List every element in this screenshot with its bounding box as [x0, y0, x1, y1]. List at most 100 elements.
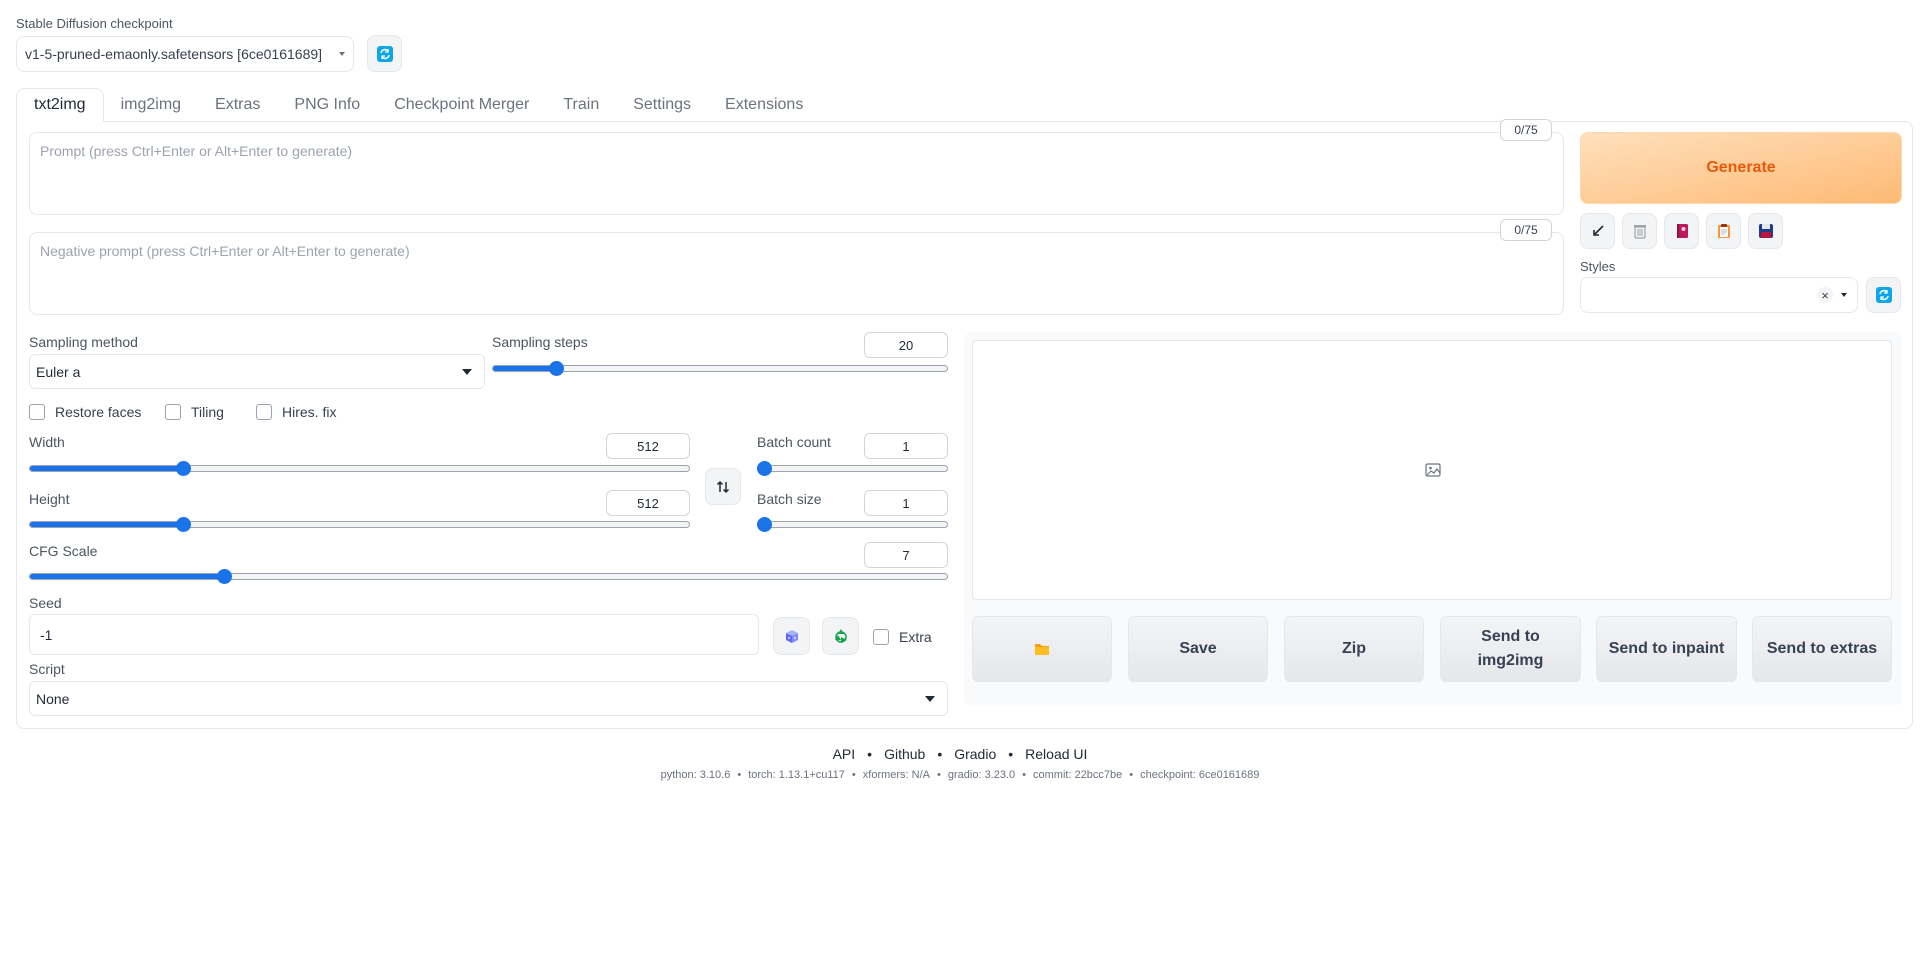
tab-bar: txt2img img2img Extras PNG Info Checkpoi…: [16, 88, 820, 122]
checkpoint-value: v1-5-pruned-emaonly.safetensors [6ce0161…: [25, 46, 323, 62]
hires-fix-option[interactable]: Hires. fix: [256, 404, 336, 420]
save-button[interactable]: Save: [1128, 616, 1268, 682]
footer-links: API • Github • Gradio • Reload UI: [0, 746, 1920, 762]
version-checkpoint: checkpoint: 6ce0161689: [1140, 769, 1260, 781]
tab-img2img[interactable]: img2img: [104, 88, 198, 122]
tiling-option[interactable]: Tiling: [165, 404, 224, 420]
swap-arrows-icon: [716, 480, 730, 493]
restore-faces-checkbox[interactable]: [29, 404, 45, 420]
slider-thumb[interactable]: [176, 461, 191, 476]
width-label: Width: [29, 434, 65, 450]
tiling-checkbox[interactable]: [165, 404, 181, 420]
generate-button[interactable]: Generate: [1580, 132, 1902, 204]
cfg-scale-input[interactable]: 7: [864, 542, 948, 568]
version-python: python: 3.10.6: [660, 769, 731, 781]
sampling-steps-input[interactable]: 20: [864, 332, 948, 358]
footer-link-reload-ui[interactable]: Reload UI: [1025, 746, 1087, 762]
footer-link-gradio[interactable]: Gradio: [954, 746, 996, 762]
open-folder-button[interactable]: [972, 616, 1112, 682]
slider-thumb[interactable]: [176, 517, 191, 532]
separator: •: [1022, 769, 1027, 781]
random-seed-button[interactable]: [773, 617, 810, 655]
tab-train[interactable]: Train: [546, 88, 616, 122]
sampling-method-value: Euler a: [36, 363, 81, 380]
extra-networks-button[interactable]: [1664, 213, 1699, 249]
save-disk-icon: [1758, 224, 1773, 238]
refresh-styles-button[interactable]: [1866, 277, 1901, 313]
tab-settings[interactable]: Settings: [616, 88, 708, 122]
batch-count-slider[interactable]: [757, 460, 948, 476]
styles-select[interactable]: ×: [1580, 277, 1858, 313]
batch-size-slider[interactable]: [757, 516, 948, 532]
negative-prompt-token-counter: 0/75: [1500, 219, 1552, 241]
negative-prompt-textarea[interactable]: Negative prompt (press Ctrl+Enter or Alt…: [29, 232, 1564, 315]
separator: •: [937, 746, 943, 762]
checkpoint-select[interactable]: v1-5-pruned-emaonly.safetensors [6ce0161…: [16, 36, 354, 72]
footer-link-github[interactable]: Github: [884, 746, 925, 762]
prompt-token-counter: 0/75: [1500, 119, 1552, 141]
slider-thumb[interactable]: [216, 569, 232, 584]
clear-icon[interactable]: ×: [1817, 287, 1833, 303]
sampling-method-label: Sampling method: [29, 334, 138, 350]
height-input[interactable]: 512: [606, 490, 690, 516]
tab-checkpoint-merger[interactable]: Checkpoint Merger: [377, 88, 546, 122]
apply-arrow-icon: [1592, 225, 1604, 236]
tab-extras[interactable]: Extras: [198, 88, 277, 122]
output-gallery[interactable]: [972, 340, 1892, 600]
paste-button[interactable]: [1706, 213, 1741, 249]
zip-button[interactable]: Zip: [1284, 616, 1424, 682]
send-to-inpaint-button[interactable]: Send to inpaint: [1596, 616, 1737, 682]
chevron-down-icon: [1841, 293, 1847, 297]
dice-icon: [785, 630, 798, 643]
script-select[interactable]: None: [29, 681, 948, 716]
book-icon: [1676, 224, 1688, 238]
chevron-down-icon: [462, 368, 472, 375]
slider-thumb[interactable]: [549, 361, 565, 376]
cfg-scale-slider[interactable]: [29, 568, 948, 584]
send-to-img2img-button[interactable]: Send to img2img: [1440, 616, 1581, 682]
batch-count-input[interactable]: 1: [864, 433, 948, 459]
prompt-textarea[interactable]: Prompt (press Ctrl+Enter or Alt+Enter to…: [29, 132, 1564, 215]
width-input[interactable]: 512: [606, 433, 690, 459]
script-label: Script: [29, 661, 65, 677]
hires-fix-label: Hires. fix: [282, 404, 337, 420]
sampling-method-select[interactable]: Euler a: [29, 354, 485, 389]
clipboard-icon: [1717, 224, 1730, 238]
reuse-seed-button[interactable]: [822, 617, 859, 655]
apply-style-button[interactable]: [1580, 213, 1615, 249]
save-style-button[interactable]: [1748, 213, 1783, 249]
sampling-steps-label: Sampling steps: [492, 334, 588, 350]
extra-seed-label: Extra: [899, 629, 932, 645]
separator: •: [851, 769, 856, 781]
extra-seed-checkbox[interactable]: [873, 629, 889, 645]
tiling-label: Tiling: [191, 404, 224, 420]
refresh-checkpoint-button[interactable]: [367, 35, 402, 72]
separator: •: [1129, 769, 1134, 781]
sampling-steps-slider[interactable]: [492, 360, 948, 376]
width-slider[interactable]: [29, 460, 690, 476]
send-to-extras-button[interactable]: Send to extras: [1752, 616, 1892, 682]
swap-dimensions-button[interactable]: [705, 468, 741, 505]
restore-faces-option[interactable]: Restore faces: [29, 404, 141, 420]
tab-png-info[interactable]: PNG Info: [277, 88, 377, 122]
slider-thumb[interactable]: [757, 517, 772, 532]
height-label: Height: [29, 491, 70, 507]
footer-link-api[interactable]: API: [833, 746, 856, 762]
hires-fix-checkbox[interactable]: [256, 404, 272, 420]
prompt-placeholder: Prompt (press Ctrl+Enter or Alt+Enter to…: [40, 143, 353, 159]
refresh-icon: [1875, 287, 1892, 303]
slider-thumb[interactable]: [757, 461, 772, 476]
version-info: python: 3.10.6 • torch: 1.13.1+cu117 • xform…: [0, 769, 1920, 781]
seed-input[interactable]: -1: [29, 614, 759, 655]
height-slider[interactable]: [29, 516, 690, 532]
version-gradio: gradio: 3.23.0: [947, 769, 1016, 781]
clear-prompt-button[interactable]: [1622, 213, 1657, 249]
batch-count-label: Batch count: [757, 434, 831, 450]
separator: •: [737, 769, 742, 781]
batch-size-input[interactable]: 1: [864, 490, 948, 516]
tab-txt2img[interactable]: txt2img: [16, 88, 104, 122]
extra-seed-option[interactable]: Extra: [873, 629, 932, 645]
tab-extensions[interactable]: Extensions: [708, 88, 820, 122]
refresh-icon: [376, 45, 393, 62]
checkpoint-label: Stable Diffusion checkpoint: [16, 16, 173, 31]
